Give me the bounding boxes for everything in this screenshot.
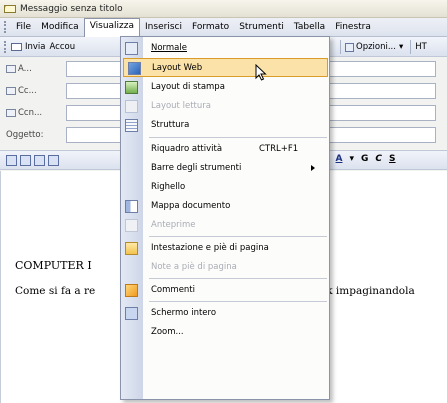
menu-separator xyxy=(149,137,327,138)
menu-separator xyxy=(149,278,327,279)
italic-button[interactable]: C xyxy=(375,154,382,164)
menu-item-full-screen[interactable]: Schermo intero xyxy=(121,304,329,323)
send-label: Invia xyxy=(25,41,46,52)
menu-item-print-layout[interactable]: Layout di stampa xyxy=(121,78,329,97)
comments-icon xyxy=(125,284,138,297)
account-button[interactable]: Accou xyxy=(50,42,76,52)
bcc-label: Ccn... xyxy=(18,108,43,118)
menu-item-label: Anteprime xyxy=(151,220,196,230)
menu-item-shortcut: CTRL+F1 xyxy=(259,144,299,154)
menu-item-label: Layout lettura xyxy=(151,101,211,111)
subject-row: Oggetto: xyxy=(6,125,64,145)
menu-item-normal[interactable]: Normale xyxy=(121,39,329,58)
underline-button[interactable]: S xyxy=(389,154,395,164)
title-bar: Messaggio senza titolo xyxy=(0,0,447,18)
menu-view[interactable]: Visualizza xyxy=(83,18,141,37)
toolbar-right-group: Opzioni... ▾ HT xyxy=(336,40,427,54)
menu-tools[interactable]: Strumenti xyxy=(234,20,289,34)
menu-item-label: Layout di stampa xyxy=(151,82,225,92)
web-layout-icon xyxy=(128,62,141,75)
save-icon[interactable] xyxy=(6,154,17,166)
menu-item-label: Riquadro attività xyxy=(151,144,223,154)
menu-item-zoom[interactable]: Zoom... xyxy=(121,323,329,342)
menu-item-footnotes: Note a piè di pagina xyxy=(121,258,329,277)
menu-item-label: Barre degli strumenti xyxy=(151,163,242,173)
mouse-cursor-icon xyxy=(255,64,267,81)
format-buttons: ▾ A ▾ G C S xyxy=(324,154,403,164)
menu-item-label: Layout Web xyxy=(152,63,203,73)
options-button[interactable]: Opzioni... xyxy=(356,42,396,52)
document-map-icon xyxy=(125,200,138,213)
send-icon xyxy=(11,42,22,51)
font-color-arrow[interactable]: ▾ xyxy=(350,154,355,164)
menu-separator xyxy=(149,301,327,302)
menu-format[interactable]: Formato xyxy=(187,20,234,34)
menu-item-toolbars[interactable]: Barre degli strumenti xyxy=(121,159,329,178)
menu-item-web-layout[interactable]: Layout Web xyxy=(123,58,328,77)
menu-insert[interactable]: Inserisci xyxy=(140,20,187,34)
menu-item-task-pane[interactable]: Riquadro attività CTRL+F1 xyxy=(121,140,329,159)
menu-window[interactable]: Finestra xyxy=(330,20,376,34)
toolbar-separator xyxy=(410,40,412,54)
cc-button[interactable]: Cc... xyxy=(6,86,64,96)
menu-item-document-map[interactable]: Mappa documento xyxy=(121,197,329,216)
menu-item-label: Zoom... xyxy=(151,327,184,337)
menu-item-reading-layout: Layout lettura xyxy=(121,97,329,116)
thumbnails-icon xyxy=(125,219,138,232)
menu-item-header-footer[interactable]: Intestazione e piè di pagina xyxy=(121,239,329,258)
options-icon xyxy=(345,42,354,52)
menu-file[interactable]: File xyxy=(11,20,36,34)
bcc-button[interactable]: Ccn... xyxy=(6,108,64,118)
menu-item-label: Note a piè di pagina xyxy=(151,262,237,272)
address-book-icon xyxy=(6,87,16,95)
menu-separator xyxy=(149,236,327,237)
address-book-icon xyxy=(6,109,16,117)
menu-bar: File Modifica Visualizza Inserisci Forma… xyxy=(0,18,447,37)
full-screen-icon xyxy=(125,307,138,320)
cut-icon[interactable] xyxy=(34,154,45,166)
font-color-button[interactable]: A xyxy=(336,154,343,164)
copy-icon[interactable] xyxy=(48,154,59,166)
subject-label: Oggetto: xyxy=(6,130,44,140)
send-button[interactable]: Invia xyxy=(11,42,46,52)
header-footer-icon xyxy=(125,242,138,255)
doc-heading: COMPUTER I xyxy=(15,259,92,272)
menu-item-label: Normale xyxy=(151,43,187,53)
mail-icon xyxy=(4,3,16,15)
normal-view-icon xyxy=(125,42,138,55)
menu-edit[interactable]: Modifica xyxy=(36,20,84,34)
menu-item-label: Mappa documento xyxy=(151,201,231,211)
cc-label: Cc... xyxy=(18,86,37,96)
menu-item-comments[interactable]: Commenti xyxy=(121,281,329,300)
menu-item-thumbnails: Anteprime xyxy=(121,216,329,235)
view-menu-dropdown: Normale Layout Web Layout di stampa Layo… xyxy=(120,36,330,400)
html-format-select[interactable]: HT xyxy=(415,42,427,52)
menu-table[interactable]: Tabella xyxy=(289,20,330,34)
to-label: A... xyxy=(18,64,32,74)
toolbar-separator xyxy=(340,40,341,54)
print-layout-icon xyxy=(125,81,138,94)
menu-item-label: Schermo intero xyxy=(151,308,217,318)
bcc-row: Ccn... xyxy=(6,103,64,123)
menu-item-label: Struttura xyxy=(151,120,190,130)
doc-body-left: Come si fa a re xyxy=(15,285,96,297)
to-button[interactable]: A... xyxy=(6,64,64,74)
toolbar-grip[interactable] xyxy=(4,21,7,33)
menu-item-outline[interactable]: Struttura xyxy=(121,116,329,135)
menu-item-label: Commenti xyxy=(151,285,196,295)
menu-item-label: Intestazione e piè di pagina xyxy=(151,243,269,253)
menu-item-label: Righello xyxy=(151,182,186,192)
reading-layout-icon xyxy=(125,100,138,113)
bold-button[interactable]: G xyxy=(361,154,368,164)
print-icon[interactable] xyxy=(20,154,31,166)
toolbar-grip[interactable] xyxy=(4,40,7,53)
window-title: Messaggio senza titolo xyxy=(20,3,123,14)
options-dropdown-arrow[interactable]: ▾ xyxy=(399,42,403,52)
submenu-arrow-icon xyxy=(311,165,315,171)
cc-row: Cc... xyxy=(6,81,64,101)
to-row: A... xyxy=(6,59,64,79)
outline-icon xyxy=(125,119,138,132)
address-book-icon xyxy=(6,65,16,73)
menu-item-ruler[interactable]: Righello xyxy=(121,178,329,197)
